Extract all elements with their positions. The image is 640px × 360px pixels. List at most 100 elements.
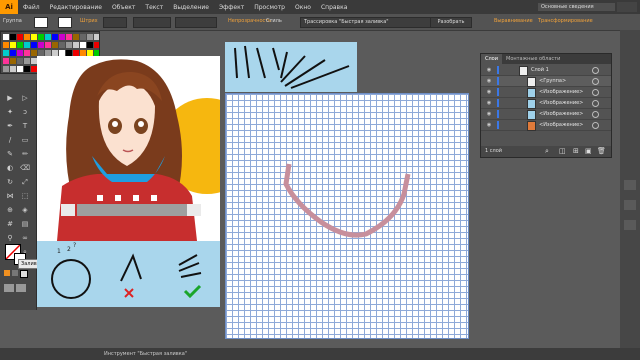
trash-icon[interactable]: 🗑 [597,147,606,155]
direct-selection-tool-icon[interactable]: ▷ [19,94,31,103]
target-icon[interactable] [592,122,599,129]
layer-row[interactable]: ◉ <Изображение> [481,98,611,109]
clipping-mask-icon[interactable]: ◫ [559,147,566,155]
eye-icon[interactable]: ◉ [485,87,493,97]
mesh-tool-icon[interactable]: # [4,220,16,229]
selection-tool-icon[interactable]: ▶ [4,94,16,103]
shape-builder-icon[interactable]: ⊕ [4,206,16,215]
align-label[interactable]: Выравнивание [494,18,533,24]
eyedropper-icon[interactable]: ⚲ [4,234,16,243]
color-swatch[interactable] [52,42,58,48]
brush-definition[interactable] [175,17,217,28]
eye-icon[interactable]: ◉ [485,120,493,130]
color-swatch[interactable] [10,66,16,72]
draw-mode-icon[interactable] [4,284,14,292]
color-swatch[interactable] [38,42,44,48]
color-swatch[interactable] [94,42,99,48]
color-swatch[interactable] [66,34,72,40]
color-swatch[interactable] [17,50,23,56]
new-sublayer-icon[interactable]: ⊞ [573,147,579,155]
transform-label[interactable]: Трансформирование [538,18,593,24]
color-swatch[interactable] [87,34,93,40]
color-swatch[interactable] [3,42,9,48]
lasso-tool-icon[interactable]: ↄ [19,108,31,117]
layer-row[interactable]: ◉ Слой 1 [481,65,611,76]
stroke-weight-field[interactable] [103,17,127,28]
dock-panel-icon[interactable] [624,200,636,210]
magic-wand-icon[interactable]: ✦ [4,108,16,117]
target-icon[interactable] [592,89,599,96]
color-swatch[interactable] [31,42,37,48]
target-icon[interactable] [592,67,599,74]
brush-tool-icon[interactable]: ✎ [4,150,16,159]
menu-effect[interactable]: Эффект [214,4,249,11]
gradient-mode-icon[interactable] [12,270,18,276]
menu-type[interactable]: Текст [140,4,168,11]
color-swatch[interactable] [10,34,16,40]
target-icon[interactable] [592,78,599,85]
color-swatch[interactable] [17,34,23,40]
rectangle-tool-icon[interactable]: ▭ [19,136,31,145]
color-swatch[interactable] [24,34,30,40]
color-swatch[interactable] [73,42,79,48]
color-swatch[interactable] [24,50,30,56]
color-swatch[interactable] [66,42,72,48]
color-swatch[interactable] [24,42,30,48]
menu-window[interactable]: Окно [290,4,316,11]
color-swatch[interactable] [52,34,58,40]
layer-row[interactable]: ◉ <Изображение> [481,109,611,120]
color-swatch[interactable] [73,34,79,40]
eye-icon[interactable]: ◉ [485,76,493,86]
color-swatch[interactable] [17,58,23,64]
rotate-tool-icon[interactable]: ↻ [4,178,16,187]
color-swatch[interactable] [80,42,86,48]
layer-row[interactable]: ◉ <Изображение> [481,120,611,131]
dock-panel-icon[interactable] [624,180,636,190]
menu-edit[interactable]: Редактирование [45,4,107,11]
color-swatch[interactable] [45,34,51,40]
opacity-label[interactable]: Непрозрачность [228,18,271,24]
color-swatch[interactable] [59,34,65,40]
target-icon[interactable] [592,100,599,107]
workspace-switcher[interactable]: Основные сведения [538,3,615,11]
color-swatch[interactable] [10,58,16,64]
stroke-label[interactable]: Штрих [80,18,98,24]
color-swatch[interactable] [3,34,9,40]
color-swatch[interactable] [3,50,9,56]
fill-swatch[interactable] [34,17,48,28]
type-tool-icon[interactable]: T [19,122,31,131]
target-icon[interactable] [592,111,599,118]
eye-icon[interactable]: ◉ [485,98,493,108]
pencil-tool-icon[interactable]: ✏ [19,150,31,159]
color-swatch[interactable] [3,66,9,72]
blend-tool-icon[interactable]: ∞ [19,234,31,243]
scale-tool-icon[interactable]: ⤢ [19,178,31,187]
color-swatch[interactable] [10,42,16,48]
locate-object-icon[interactable]: ⌕ [545,147,549,156]
color-swatch[interactable] [59,42,65,48]
color-swatch[interactable] [45,42,51,48]
color-swatch[interactable] [94,34,99,40]
eye-icon[interactable]: ◉ [485,109,493,119]
live-paint-icon[interactable]: ◈ [19,206,31,215]
tab-layers[interactable]: Слои [481,54,502,64]
width-tool-icon[interactable]: ⋈ [4,192,16,201]
free-transform-icon[interactable]: ⬚ [19,192,31,201]
color-swatch[interactable] [24,66,30,72]
dock-panel-icon[interactable] [624,220,636,230]
color-mode-icon[interactable] [4,270,10,276]
screen-mode-icon[interactable] [16,284,26,292]
eraser-tool-icon[interactable]: ⌫ [19,164,31,173]
search-field[interactable] [617,2,637,12]
color-swatch[interactable] [10,50,16,56]
color-swatch[interactable] [3,58,9,64]
color-swatch[interactable] [24,58,30,64]
pen-tool-icon[interactable]: ✒ [4,122,16,131]
menu-help[interactable]: Справка [316,4,352,11]
trace-preset-select[interactable]: Трассировка "Быстрая заливка" [300,17,431,28]
stroke-swatch[interactable] [58,17,72,28]
layer-row[interactable]: ◉ <Изображение> [481,87,611,98]
blob-brush-icon[interactable]: ◐ [4,164,16,173]
menu-file[interactable]: Файл [18,4,45,11]
color-swatch[interactable] [31,34,37,40]
